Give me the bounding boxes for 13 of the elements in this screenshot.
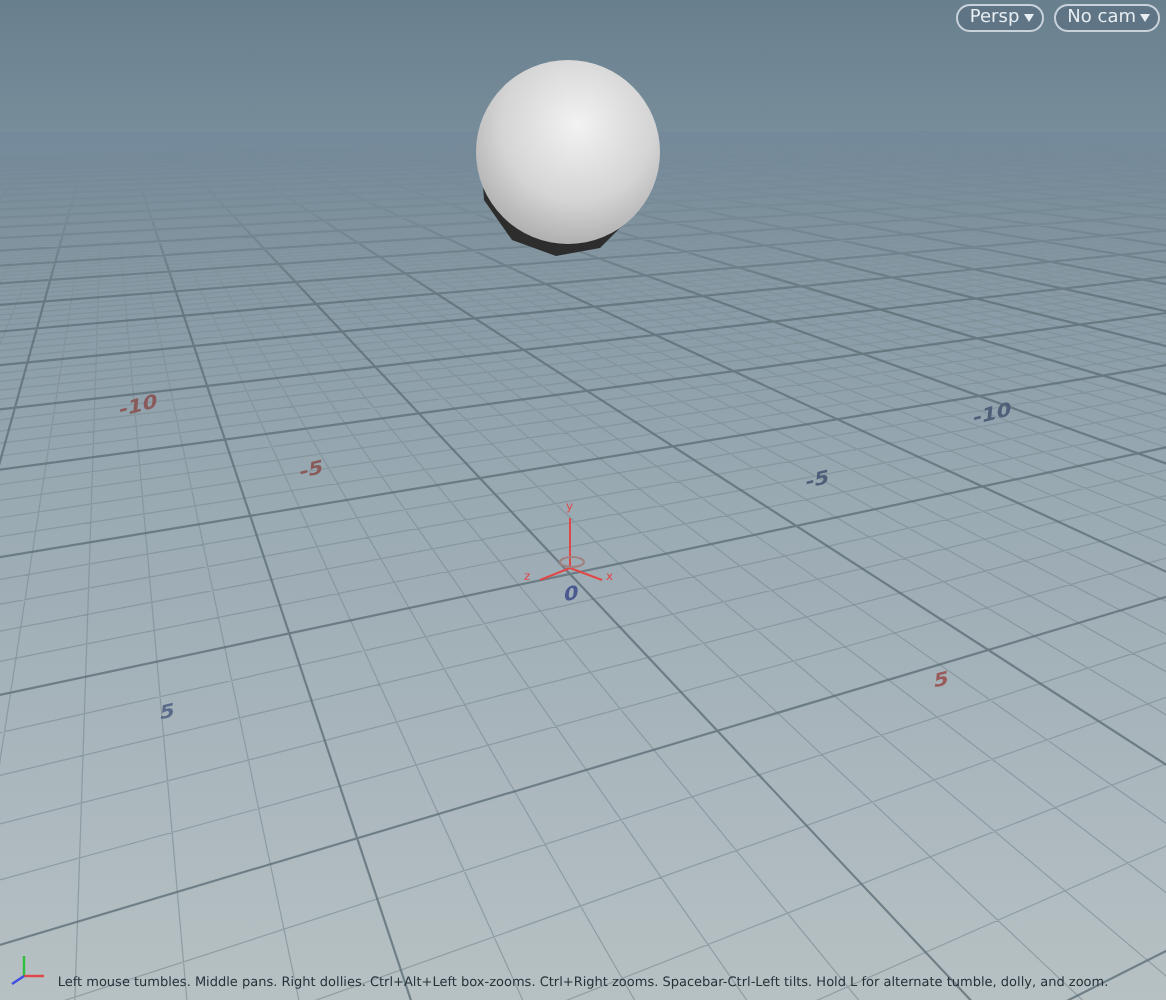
axis-gizmo-icon — [11, 956, 44, 985]
grid-label: -10 — [118, 393, 159, 423]
grid-label: -10 — [972, 401, 1013, 431]
view-menu-button[interactable]: No cam — [1053, 4, 1160, 32]
caret-icon — [1023, 14, 1034, 22]
grid-label: 5 — [932, 670, 950, 694]
origin-axes-icon — [539, 517, 603, 581]
grid-label: -5 — [804, 469, 830, 495]
caret-icon — [1140, 14, 1150, 22]
view-menu-button[interactable]: Persp — [955, 4, 1044, 32]
grid-label: 5 — [158, 702, 176, 726]
grid-label: -5 — [298, 459, 324, 485]
grid-label: 0 — [562, 584, 580, 608]
